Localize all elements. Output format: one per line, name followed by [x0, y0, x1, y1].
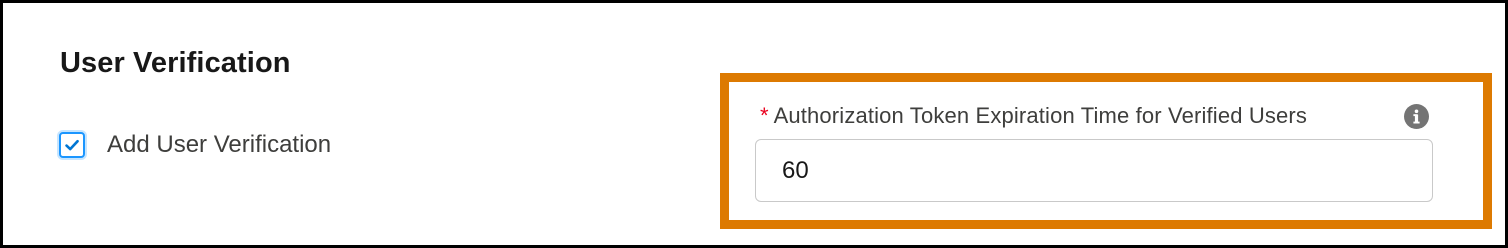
required-marker: *	[760, 103, 769, 128]
token-expiration-label: * Authorization Token Expiration Time fo…	[760, 103, 1307, 129]
section-title: User Verification	[60, 47, 291, 79]
add-user-verification-row[interactable]: Add User Verification	[59, 128, 331, 162]
token-expiration-input[interactable]	[755, 139, 1433, 202]
token-expiration-label-text: Authorization Token Expiration Time for …	[773, 103, 1308, 128]
checkmark-icon	[65, 139, 79, 151]
add-user-verification-label[interactable]: Add User Verification	[107, 131, 331, 159]
info-icon[interactable]	[1404, 104, 1429, 129]
add-user-verification-checkbox[interactable]	[59, 132, 85, 158]
page-frame: User Verification Add User Verification …	[0, 0, 1508, 248]
